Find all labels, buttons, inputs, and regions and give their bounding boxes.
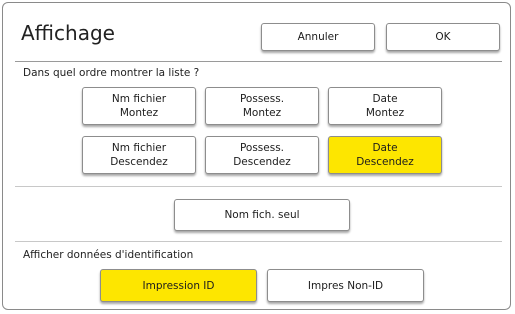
sort-date-desc-text: Date Descendez (356, 141, 414, 169)
sort-filename-desc-text: Nm fichier Descendez (110, 141, 168, 169)
sort-date-asc-text: Date Montez (366, 92, 404, 120)
sort-owner-asc-line1: Possess. (239, 93, 285, 105)
sort-owner-asc-text: Possess. Montez (240, 92, 284, 120)
display-dialog: Affichage Annuler OK Dans quel ordre mon… (2, 2, 511, 310)
sort-filename-asc-line2: Montez (119, 107, 159, 119)
sort-date-desc-line1: Date (372, 142, 398, 154)
sort-date-desc-line2: Descendez (356, 156, 414, 168)
sort-owner-desc-text: Possess. Descendez (233, 141, 291, 169)
sort-date-asc-line2: Montez (365, 107, 405, 119)
sort-owner-asc-line2: Montez (242, 107, 282, 119)
divider-middle (15, 186, 502, 187)
sort-order-label: Dans quel ordre montrer la liste ? (23, 67, 200, 79)
sort-date-asc-line1: Date (372, 93, 398, 105)
sort-owner-desc-line2: Descendez (233, 156, 291, 168)
id-display-label: Afficher données d'identification (23, 249, 194, 261)
sort-date-asc-button[interactable]: Date Montez (328, 87, 442, 125)
dialog-title: Affichage (21, 21, 115, 45)
sort-owner-desc-button[interactable]: Possess. Descendez (205, 136, 319, 174)
sort-date-desc-button[interactable]: Date Descendez (328, 136, 442, 174)
sort-filename-asc-text: Nm fichier Montez (112, 92, 166, 120)
ok-button[interactable]: OK (386, 23, 500, 51)
sort-filename-asc-line1: Nm fichier (111, 93, 167, 105)
filename-only-button[interactable]: Nom fich. seul (174, 199, 350, 231)
non-id-button[interactable]: Impres Non-ID (267, 269, 424, 302)
sort-filename-desc-button[interactable]: Nm fichier Descendez (82, 136, 196, 174)
divider-bottom (15, 241, 502, 242)
sort-owner-desc-line1: Possess. (239, 142, 285, 154)
cancel-button[interactable]: Annuler (261, 23, 375, 51)
sort-filename-desc-line1: Nm fichier (111, 142, 167, 154)
sort-filename-desc-line2: Descendez (110, 156, 168, 168)
impression-id-button[interactable]: Impression ID (100, 269, 257, 302)
divider-top (15, 61, 502, 62)
sort-owner-asc-button[interactable]: Possess. Montez (205, 87, 319, 125)
sort-filename-asc-button[interactable]: Nm fichier Montez (82, 87, 196, 125)
